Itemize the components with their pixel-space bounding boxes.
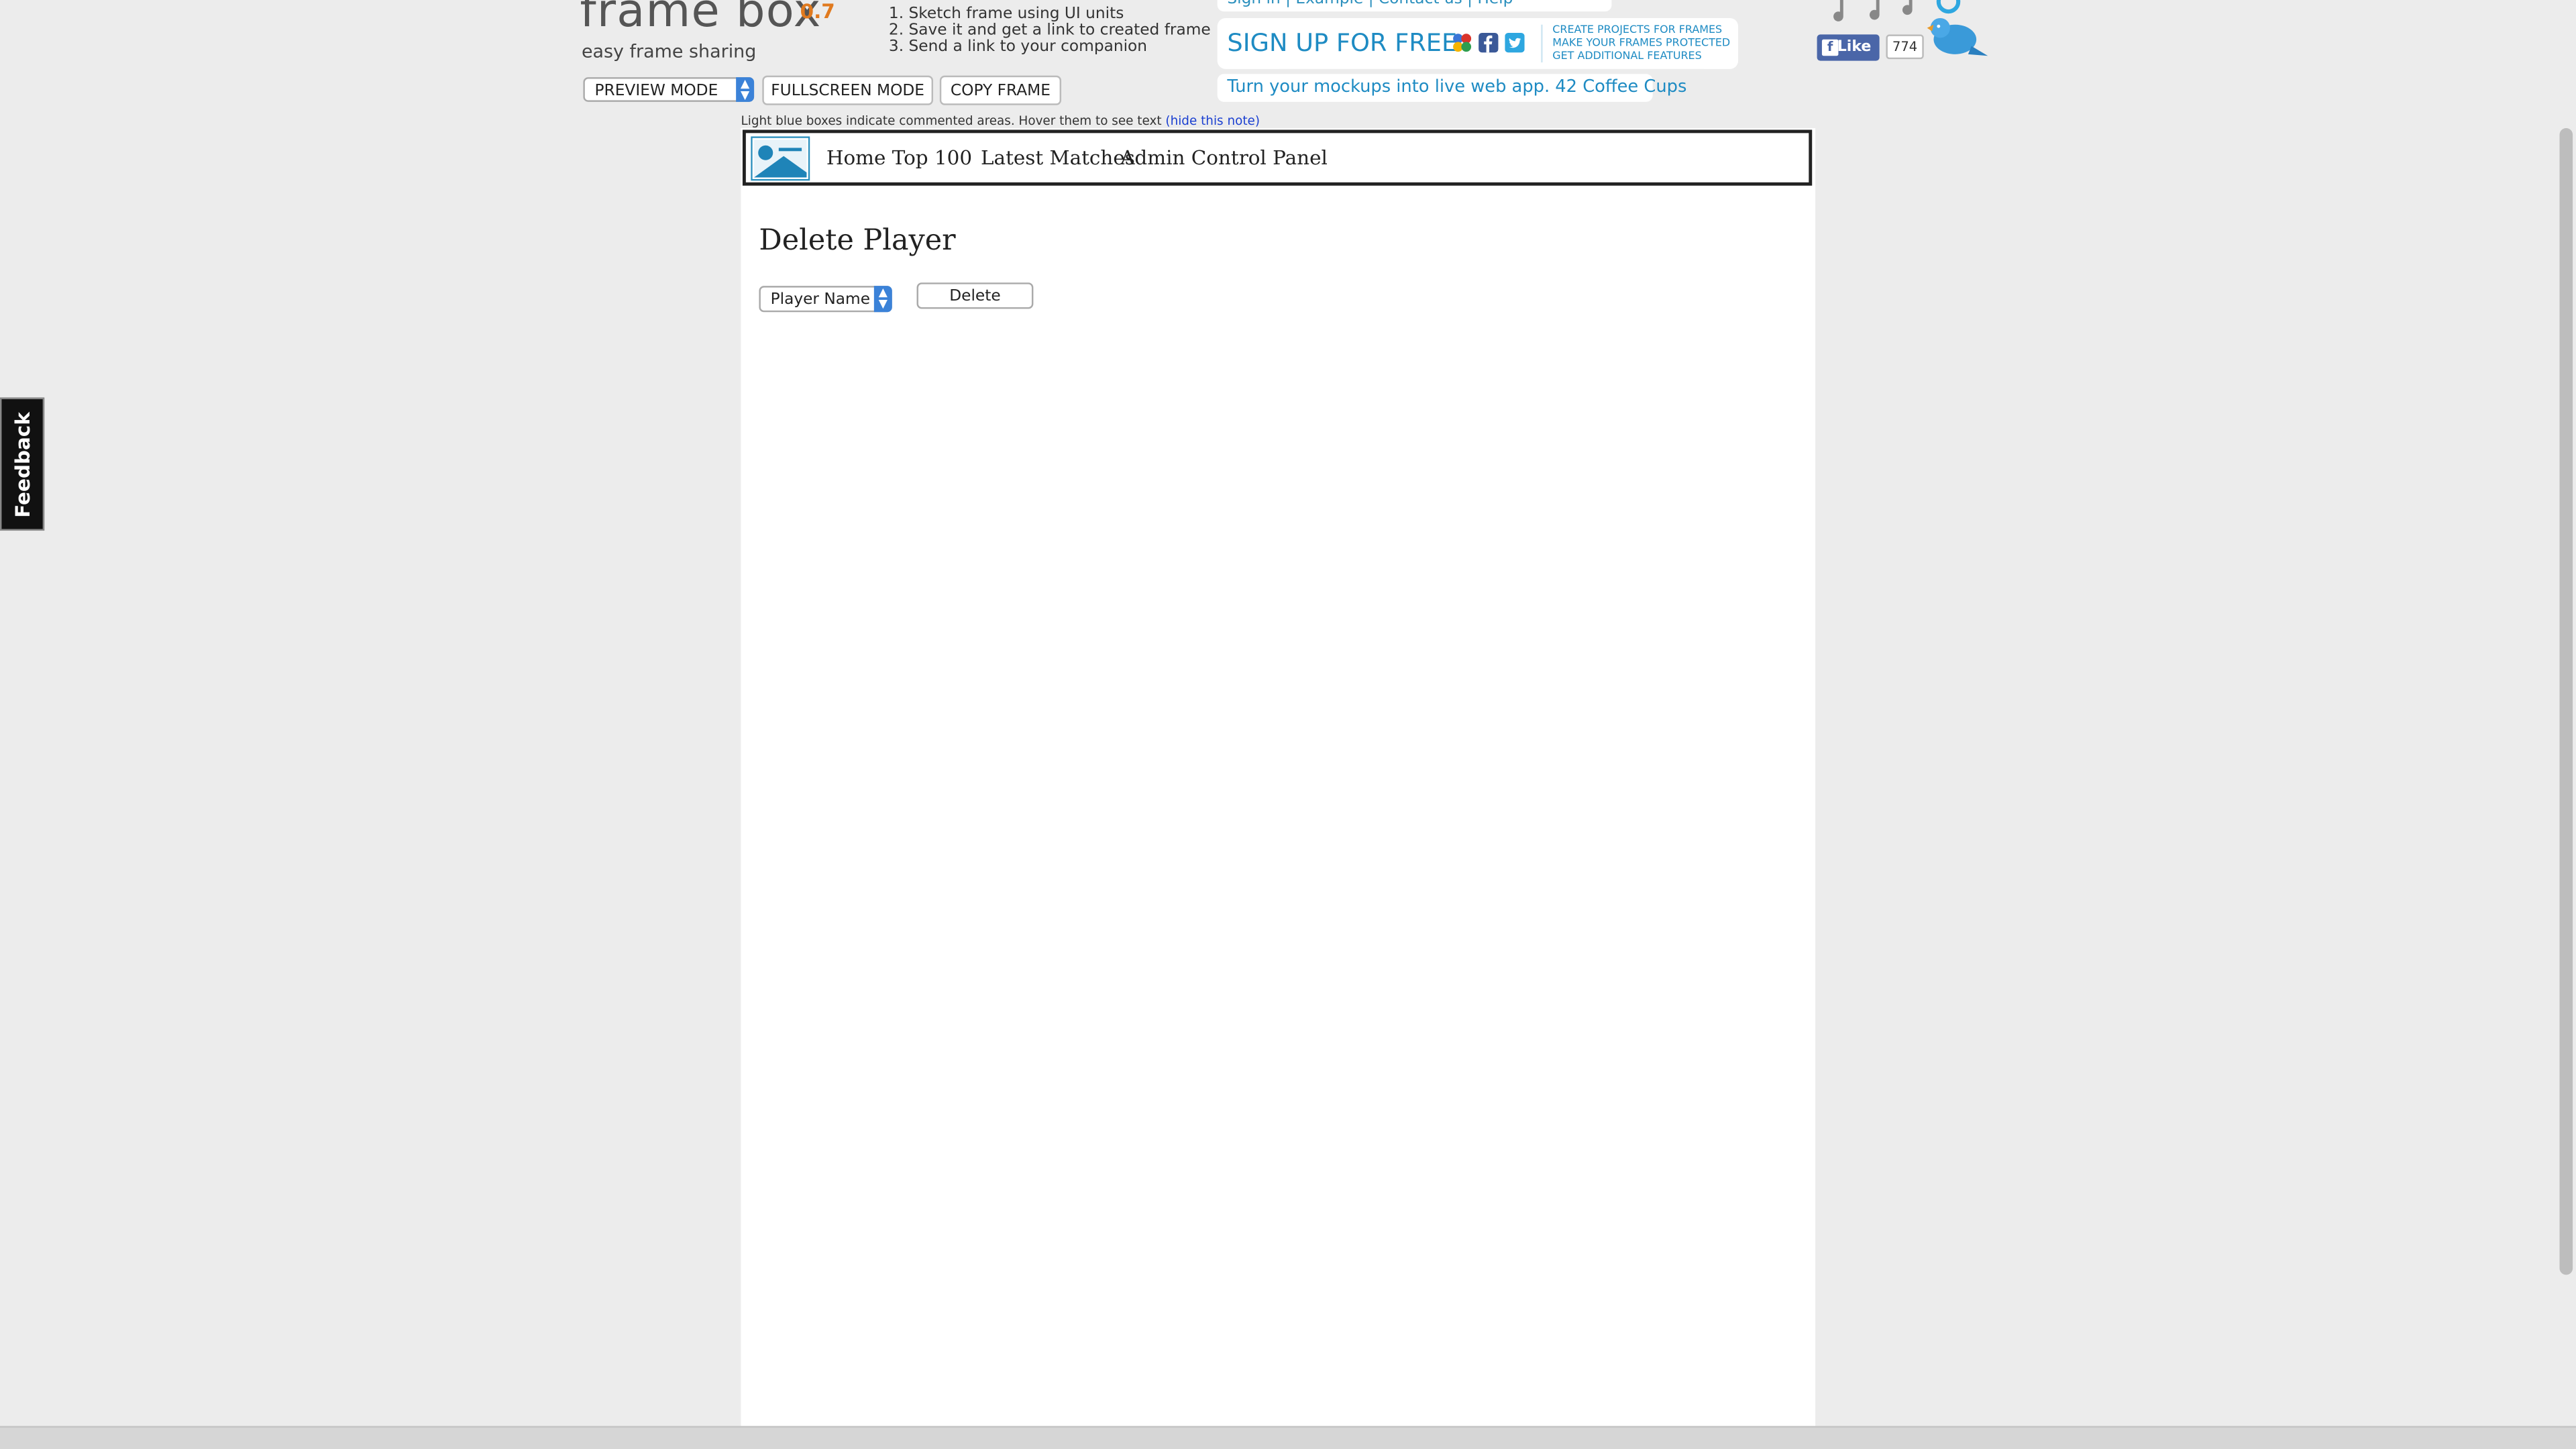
- facebook-like-button[interactable]: f Like: [1817, 34, 1880, 61]
- fullscreen-button[interactable]: FULLSCREEN MODE: [762, 75, 934, 105]
- player-name-select[interactable]: Player Name ▲ ▼: [759, 286, 892, 313]
- signup-box[interactable]: SIGN UP FOR FREE CREATE PROJECTS FOR FRA…: [1217, 17, 1739, 69]
- step-item: 1. Sketch frame using UI units: [888, 5, 1124, 23]
- logo-title[interactable]: frame box: [580, 0, 821, 38]
- hide-note-link[interactable]: (hide this note): [1165, 113, 1260, 128]
- like-label: Like: [1837, 39, 1872, 56]
- bottom-bar: [0, 1426, 2576, 1449]
- feedback-tab[interactable]: Feedback: [0, 397, 45, 531]
- page-title: Delete Player: [759, 225, 956, 258]
- feedback-label: Feedback: [10, 411, 34, 517]
- music-notes-icon: [1833, 0, 1913, 21]
- scrollbar-thumb[interactable]: [2559, 128, 2573, 1275]
- signup-features: CREATE PROJECTS FOR FRAMES MAKE YOUR FRA…: [1552, 23, 1730, 62]
- feature-item: CREATE PROJECTS FOR FRAMES: [1552, 23, 1723, 36]
- nav-latest-matches[interactable]: Latest Matches: [981, 146, 1135, 169]
- delete-button[interactable]: Delete: [916, 282, 1034, 309]
- mockup-promo-link[interactable]: Turn your mockups into live web app. 42 …: [1217, 74, 1686, 102]
- player-select-value: Player Name: [770, 290, 871, 309]
- feature-item: MAKE YOUR FRAMES PROTECTED: [1552, 36, 1731, 50]
- facebook-icon: f: [1821, 39, 1839, 56]
- mode-select[interactable]: PREVIEW MODE ▲ ▼: [583, 77, 755, 102]
- nav-top-100[interactable]: Top 100: [892, 146, 972, 169]
- chevron-updown-icon: ▲ ▼: [873, 286, 892, 313]
- chevron-updown-icon: ▲ ▼: [736, 77, 755, 102]
- step-item: 3. Send a link to your companion: [888, 38, 1148, 56]
- signup-text[interactable]: SIGN UP FOR FREE: [1227, 28, 1457, 58]
- logo-tagline: easy frame sharing: [581, 41, 757, 63]
- mode-select-value: PREVIEW MODE: [594, 82, 718, 101]
- comment-note: Light blue boxes indicate commented area…: [741, 113, 1260, 128]
- divider: [1541, 24, 1543, 63]
- bird-mascot-icon: [1927, 0, 1988, 56]
- twitter-icon[interactable]: [1505, 32, 1525, 53]
- framebox-page: frame box 0.7 easy frame sharing PREVIEW…: [0, 0, 2576, 1449]
- frame-canvas: [741, 128, 1816, 1443]
- feature-item: GET ADDITIONAL FEATURES: [1552, 49, 1702, 63]
- frame-navbar: Home Top 100 Latest Matches Admin Contro…: [742, 129, 1813, 186]
- google-icon[interactable]: [1452, 33, 1472, 52]
- steps-list: 1. Sketch frame using UI units 2. Save i…: [888, 5, 1211, 56]
- image-placeholder-icon: [751, 136, 810, 181]
- step-item: 2. Save it and get a link to created fra…: [888, 21, 1211, 40]
- copy-frame-button[interactable]: COPY FRAME: [939, 75, 1062, 105]
- like-count: 774: [1886, 34, 1924, 60]
- facebook-icon[interactable]: [1479, 32, 1499, 53]
- nav-home[interactable]: Home: [826, 146, 886, 169]
- nav-admin-control-panel[interactable]: Admin Control Panel: [1120, 146, 1328, 169]
- logo-version: 0.7: [800, 0, 835, 23]
- top-links[interactable]: Sign in | Example | Contact us | Help: [1217, 0, 1612, 12]
- note-text: Light blue boxes indicate commented area…: [741, 113, 1166, 129]
